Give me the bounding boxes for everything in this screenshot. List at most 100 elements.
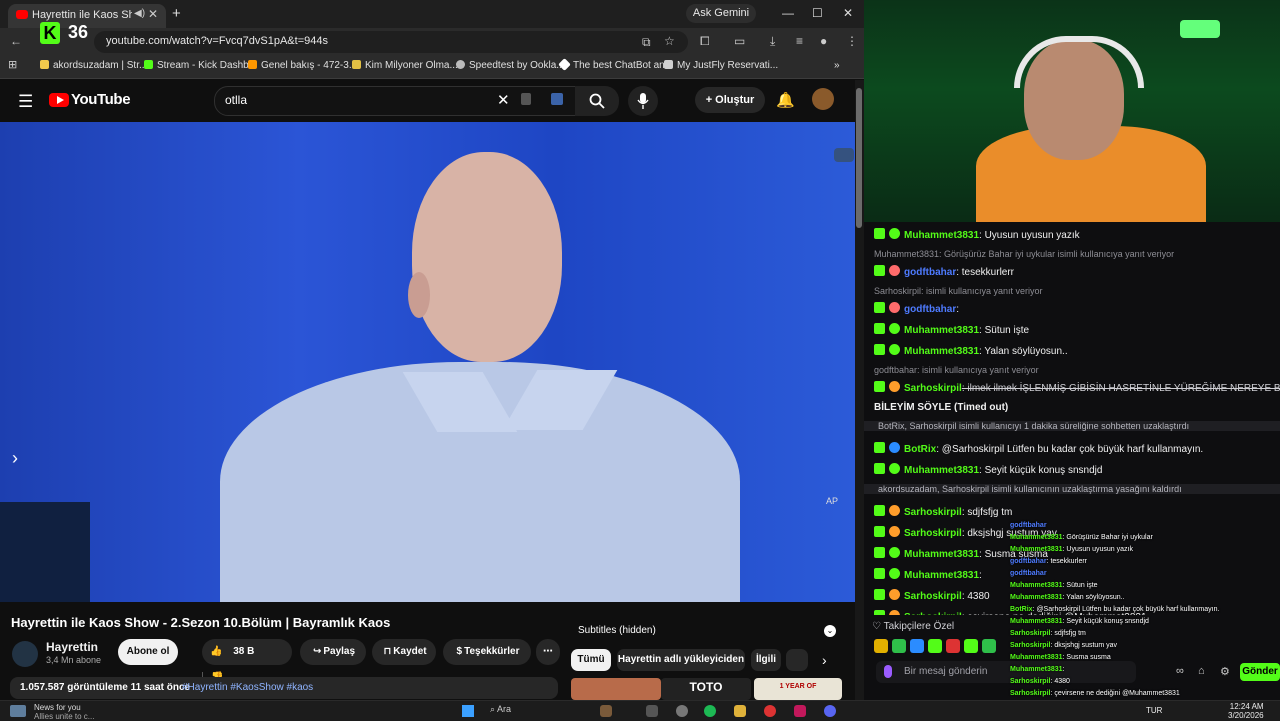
chat-username[interactable]: Sarhoskirpil xyxy=(904,591,962,602)
chip-related[interactable]: İlgili xyxy=(751,649,781,671)
bookmark-item[interactable]: Genel bakış - 472-3... xyxy=(248,60,357,71)
emote-icon[interactable] xyxy=(892,639,906,653)
page-scrollbar[interactable] xyxy=(855,80,864,700)
share-button[interactable]: ↪ Paylaş xyxy=(300,639,366,665)
chip-overflow[interactable] xyxy=(786,649,808,671)
media-icon[interactable]: ≡ xyxy=(796,34,803,48)
cast-icon[interactable]: ⧉ xyxy=(642,35,651,50)
more-actions-icon[interactable]: ⋯ xyxy=(536,639,560,665)
channel-avatar[interactable] xyxy=(12,641,38,667)
search-input[interactable]: otlla ✕ xyxy=(214,86,576,116)
emote-icon[interactable] xyxy=(946,639,960,653)
system-clock[interactable]: 12:24 AM 3/20/2026 xyxy=(1228,702,1264,720)
extensions-icon[interactable]: ⧠ xyxy=(700,34,710,49)
subscribe-button[interactable]: Abone ol xyxy=(118,639,178,665)
maximize-icon[interactable]: ☐ xyxy=(812,6,823,20)
chevron-right-icon[interactable]: › xyxy=(12,448,18,469)
translate-icon[interactable] xyxy=(551,93,563,105)
speaker-icon[interactable]: ◀) xyxy=(134,8,145,19)
download-icon[interactable]: ⤓ xyxy=(770,34,775,49)
chrome-icon[interactable] xyxy=(764,705,776,717)
bookmark-item[interactable]: Stream - Kick Dashb... xyxy=(144,60,257,71)
autoplay-label[interactable]: AP xyxy=(826,496,838,506)
more-bookmarks-icon[interactable]: » xyxy=(834,60,840,71)
scrollbar-thumb[interactable] xyxy=(856,88,862,228)
more-menu-icon[interactable]: ⋮ xyxy=(846,34,858,48)
chapters-menu-icon[interactable] xyxy=(834,148,854,162)
chevron-down-icon[interactable]: ⌄ xyxy=(824,625,836,637)
spotify-icon[interactable] xyxy=(704,705,716,717)
bookmark-item[interactable]: Kim Milyoner Olma... xyxy=(352,60,458,71)
video-player[interactable]: › AP xyxy=(0,122,855,602)
chat-username[interactable]: Sarhoskirpil xyxy=(904,528,962,539)
app-icon[interactable] xyxy=(600,705,612,717)
chat-username[interactable]: godftbahar xyxy=(904,304,956,315)
file-explorer-icon[interactable] xyxy=(734,705,746,717)
news-thumbnail[interactable] xyxy=(10,705,26,717)
tab-search-icon[interactable]: ▭ xyxy=(734,34,745,48)
back-icon[interactable]: ← xyxy=(10,34,22,48)
like-button[interactable]: 👍 38 B xyxy=(202,646,270,657)
news-widget[interactable]: News for you Allies unite to c... xyxy=(34,703,94,721)
bookmark-star-icon[interactable]: ☆ xyxy=(664,34,675,48)
close-window-icon[interactable]: ✕ xyxy=(843,6,853,20)
microphone-icon[interactable] xyxy=(884,665,892,678)
chat-username[interactable]: Muhammet3831 xyxy=(904,230,979,241)
profile-icon[interactable]: ● xyxy=(820,34,827,48)
ask-gemini-button[interactable]: Ask Gemini xyxy=(686,4,756,23)
discord-icon[interactable] xyxy=(824,705,836,717)
emote-icon[interactable] xyxy=(874,639,888,653)
chat-username[interactable]: Sarhoskirpil xyxy=(904,383,962,394)
hashtags[interactable]: #Hayrettin #KaosShow #kaos xyxy=(182,682,313,693)
minimize-icon[interactable]: — xyxy=(782,6,794,20)
description-box[interactable]: 1.057.587 görüntüleme 11 saat önce #Hayr… xyxy=(10,677,558,699)
taskbar-search[interactable]: ⌕ Ara xyxy=(490,704,590,718)
emote-icon[interactable] xyxy=(910,639,924,653)
bookmark-item[interactable]: My JustFly Reservati... xyxy=(664,60,778,71)
account-avatar[interactable] xyxy=(812,88,834,110)
settings-gear-icon[interactable]: ⚙ xyxy=(1220,665,1230,678)
app-icon[interactable] xyxy=(794,705,806,717)
chat-username[interactable]: godftbahar xyxy=(904,267,956,278)
subtitles-panel[interactable]: Subtitles (hidden) ⌄ xyxy=(570,621,842,643)
app-icon[interactable] xyxy=(646,705,658,717)
thanks-button[interactable]: $ Teşekkürler xyxy=(443,639,531,665)
keyboard-icon[interactable] xyxy=(521,93,531,105)
chip-all[interactable]: Tümü xyxy=(571,649,611,671)
create-button[interactable]: + Oluştur xyxy=(695,87,765,113)
close-tab-icon[interactable]: ✕ xyxy=(148,7,158,21)
chat-username[interactable]: Muhammet3831 xyxy=(904,549,979,560)
chat-username[interactable]: Muhammet3831 xyxy=(904,325,979,336)
bookmark-item[interactable]: The best ChatBot an... xyxy=(558,58,673,71)
search-button[interactable] xyxy=(575,86,619,116)
menu-icon[interactable]: ☰ xyxy=(18,92,33,112)
bookmark-item[interactable]: akordsuzadam | Str... xyxy=(40,60,147,71)
emote-icon[interactable] xyxy=(982,639,996,653)
youtube-wordmark[interactable]: YouTube xyxy=(71,91,131,108)
new-tab-icon[interactable]: + xyxy=(172,5,181,22)
emote-icon[interactable] xyxy=(928,639,942,653)
voice-search-button[interactable] xyxy=(628,86,658,116)
apps-grid-icon[interactable]: ⊞ xyxy=(8,58,17,71)
chat-username[interactable]: Muhammet3831 xyxy=(904,346,979,357)
emote-icon[interactable] xyxy=(964,639,978,653)
chat-username[interactable]: Muhammet3831 xyxy=(904,465,979,476)
chevron-right-icon[interactable]: › xyxy=(822,652,827,668)
chat-username[interactable]: BotRix xyxy=(904,444,936,455)
chat-username[interactable]: Sarhoskirpil xyxy=(904,507,962,518)
chat-username[interactable]: Muhammet3831 xyxy=(904,570,979,581)
thumbnail[interactable]: TOTO xyxy=(661,678,751,700)
send-button[interactable]: Gönder xyxy=(1240,663,1280,681)
address-bar[interactable]: youtube.com/watch?v=Fvcq7dvS1pA&t=944s ⧉… xyxy=(94,31,688,53)
thumbnail[interactable] xyxy=(571,678,661,700)
windows-start-icon[interactable] xyxy=(462,705,474,717)
language-indicator[interactable]: TUR xyxy=(1146,706,1162,715)
chip-uploader[interactable]: Hayrettin adlı yükleyiciden xyxy=(617,649,745,671)
channel-name[interactable]: Hayrettin xyxy=(46,640,98,654)
thumbnail[interactable]: 1 YEAR OF xyxy=(754,678,842,700)
bookmark-item[interactable]: Speedtest by Ookla... xyxy=(456,60,565,71)
notifications-bell-icon[interactable]: 🔔 xyxy=(776,91,795,109)
save-button[interactable]: ⊓ Kaydet xyxy=(372,639,436,665)
app-icon[interactable] xyxy=(676,705,688,717)
clear-search-icon[interactable]: ✕ xyxy=(497,91,510,109)
